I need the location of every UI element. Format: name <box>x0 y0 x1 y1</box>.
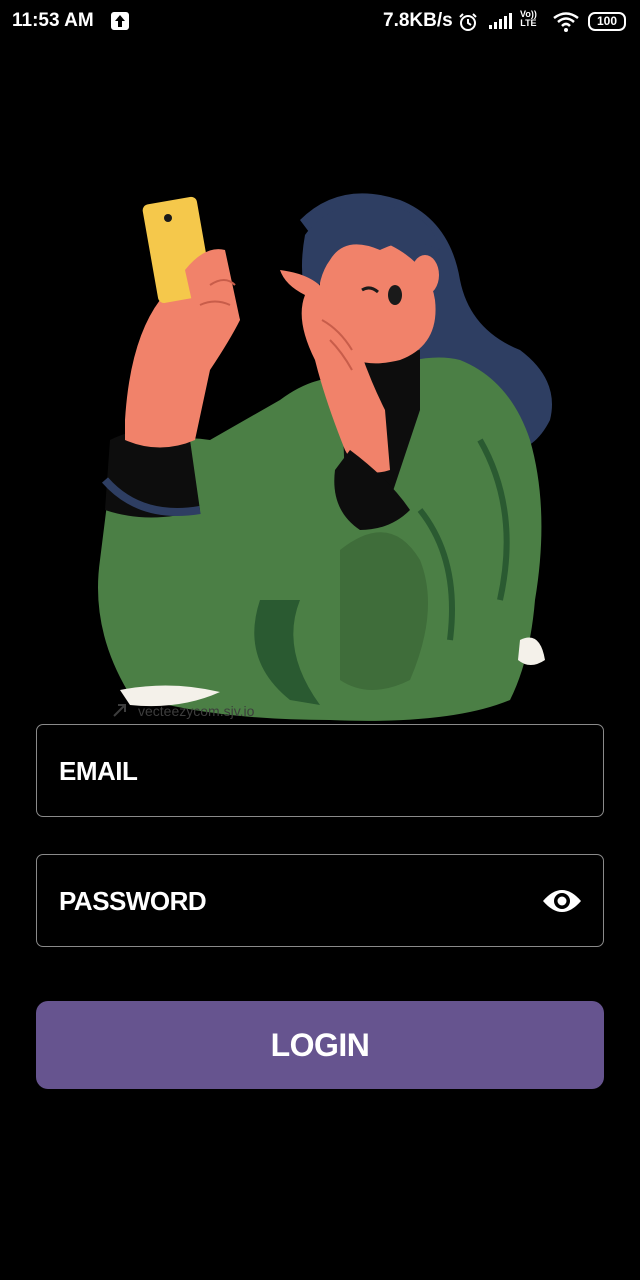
network-speed: 7.8KB/s <box>383 10 453 31</box>
upload-icon <box>111 12 129 30</box>
volte-icon: Vo)) LTE <box>520 10 537 28</box>
arrow-icon <box>112 702 128 722</box>
alarm-icon <box>458 12 478 36</box>
volte-bottom: LTE <box>520 18 537 28</box>
eye-icon[interactable] <box>541 883 583 919</box>
hero-illustration <box>90 180 570 725</box>
watermark-text: vecteezycom.sjv.io <box>138 703 255 719</box>
email-field-container <box>36 724 604 817</box>
email-input[interactable] <box>57 725 531 817</box>
status-bar: 11:53 AM 7.8KB/s Vo)) LTE 100 <box>0 0 640 44</box>
password-field-container <box>36 854 604 947</box>
login-button[interactable]: LOGIN <box>36 1001 604 1089</box>
wifi-icon <box>553 12 579 36</box>
signal-icon <box>488 12 514 34</box>
battery-icon: 100 <box>588 12 626 31</box>
status-time: 11:53 AM <box>12 10 94 31</box>
woman-with-phone-illustration <box>98 193 552 721</box>
password-input[interactable] <box>57 855 531 947</box>
